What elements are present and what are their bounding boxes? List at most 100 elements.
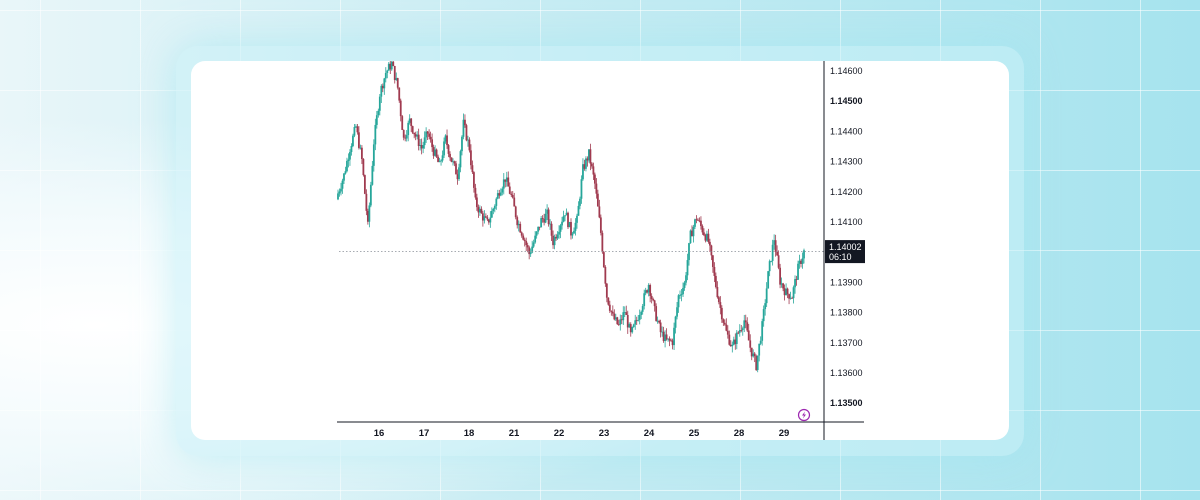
price-tick-label: 1.14300 bbox=[830, 157, 863, 167]
price-axis[interactable]: 1.14600 1.14500 1.14400 1.14300 1.14200 1.141… bbox=[830, 66, 863, 408]
candle-body bbox=[492, 208, 495, 211]
candle-body bbox=[473, 172, 475, 188]
candle-body bbox=[520, 232, 523, 236]
candle-body bbox=[353, 127, 356, 136]
candle-body bbox=[340, 188, 342, 192]
candle-body bbox=[378, 96, 381, 111]
candle bbox=[602, 251, 605, 268]
candle-body bbox=[402, 129, 405, 138]
candle-body bbox=[598, 206, 601, 218]
candle bbox=[462, 113, 465, 140]
candle-body bbox=[717, 297, 720, 303]
candle-body bbox=[694, 219, 696, 227]
candle bbox=[411, 125, 414, 135]
candle-body bbox=[631, 327, 634, 333]
candle bbox=[599, 214, 602, 236]
candle-body bbox=[608, 304, 611, 311]
candle-body bbox=[486, 217, 489, 220]
candle bbox=[392, 61, 395, 67]
candle-body bbox=[685, 275, 687, 283]
candle-body bbox=[692, 226, 695, 237]
candle-body bbox=[595, 183, 598, 194]
lightning-icon[interactable] bbox=[797, 408, 811, 422]
candle-body bbox=[440, 160, 442, 162]
candle-body bbox=[525, 241, 528, 246]
candle bbox=[792, 285, 795, 304]
candle-body bbox=[470, 150, 472, 166]
candle-body bbox=[767, 271, 770, 289]
candle-body bbox=[401, 116, 404, 130]
candle bbox=[634, 314, 637, 330]
date-tick-label: 18 bbox=[464, 428, 475, 439]
candle-body bbox=[607, 297, 610, 305]
candle-body bbox=[737, 332, 740, 334]
price-tick-label: 1.13900 bbox=[830, 277, 863, 287]
candle-body bbox=[411, 126, 414, 133]
countdown-label: 06:10 bbox=[829, 252, 852, 262]
candle bbox=[401, 115, 404, 130]
candle-body bbox=[759, 340, 762, 344]
candle bbox=[625, 305, 628, 315]
candle-body bbox=[589, 149, 592, 164]
candle-body bbox=[673, 327, 675, 346]
candle bbox=[649, 283, 652, 303]
candle bbox=[484, 213, 487, 218]
price-tick-label: 1.13600 bbox=[830, 368, 863, 378]
candle bbox=[341, 178, 344, 194]
candle-body bbox=[638, 314, 641, 320]
candle-body bbox=[573, 230, 575, 234]
candle-body bbox=[561, 221, 563, 226]
candle-body bbox=[407, 122, 410, 136]
candle-body bbox=[616, 317, 619, 325]
candle bbox=[788, 293, 790, 305]
candle-body bbox=[458, 167, 460, 180]
candle-body bbox=[592, 166, 595, 175]
candle-body bbox=[625, 312, 628, 315]
current-price-tag: 1.14002 06:10 bbox=[825, 240, 865, 264]
candle-body bbox=[776, 251, 779, 256]
candle-body bbox=[383, 78, 386, 89]
candle-body bbox=[499, 192, 502, 196]
candle bbox=[393, 65, 396, 84]
candle-body bbox=[740, 329, 743, 331]
price-chart[interactable]: 1.14600 1.14500 1.14400 1.14300 1.14200 1.141… bbox=[191, 61, 1009, 440]
candle bbox=[756, 355, 759, 373]
candle-body bbox=[753, 353, 756, 357]
date-tick-label: 29 bbox=[779, 428, 790, 439]
candle-body bbox=[782, 283, 784, 289]
candle bbox=[352, 133, 354, 148]
candle bbox=[368, 202, 371, 228]
candle-body bbox=[756, 355, 759, 370]
candle-body bbox=[571, 233, 574, 236]
candle-body bbox=[761, 321, 764, 341]
candle-body bbox=[437, 156, 439, 163]
time-axis[interactable]: 16 17 18 21 22 23 24 25 28 29 bbox=[374, 428, 790, 439]
candle-body bbox=[471, 165, 474, 173]
candle-body bbox=[707, 233, 710, 242]
date-tick-label: 17 bbox=[419, 428, 430, 439]
candle-body bbox=[392, 61, 395, 66]
candle-body bbox=[341, 180, 344, 189]
candle-body bbox=[658, 320, 661, 323]
candle-body bbox=[441, 155, 444, 161]
candle-body bbox=[558, 231, 560, 235]
candle-body bbox=[489, 217, 492, 223]
candle-body bbox=[579, 198, 581, 206]
candle-body bbox=[465, 125, 468, 141]
candle-body bbox=[337, 193, 339, 200]
candle-body bbox=[605, 283, 608, 298]
candle-body bbox=[593, 174, 596, 184]
candle-body bbox=[447, 145, 450, 154]
candle-body bbox=[680, 294, 683, 296]
candle-body bbox=[356, 126, 359, 133]
candle bbox=[519, 221, 522, 233]
candle-body bbox=[637, 319, 640, 321]
date-tick-label: 16 bbox=[374, 428, 385, 439]
candle bbox=[638, 309, 641, 325]
candle bbox=[746, 317, 749, 333]
candle-body bbox=[508, 186, 511, 194]
candle-body bbox=[344, 171, 347, 174]
candle-body bbox=[794, 279, 796, 288]
candle-body bbox=[422, 145, 425, 149]
candle bbox=[516, 215, 519, 229]
